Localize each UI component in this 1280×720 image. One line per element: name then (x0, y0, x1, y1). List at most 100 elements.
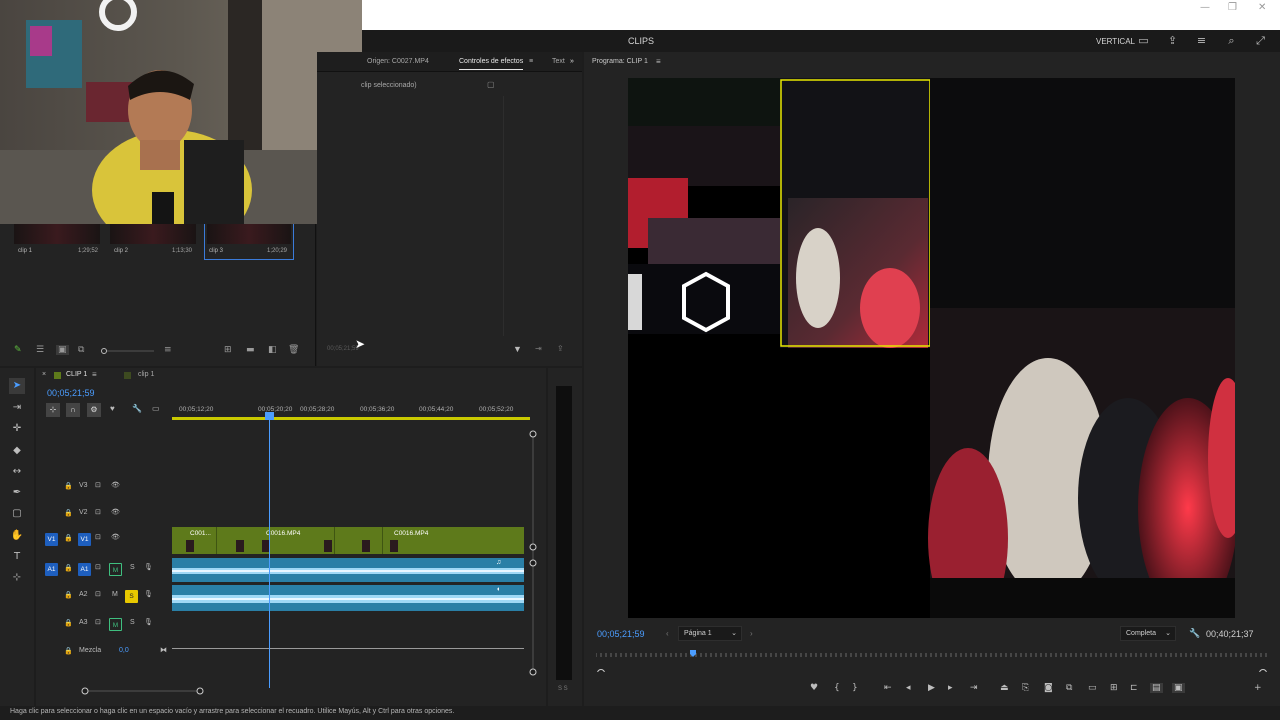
view-icon[interactable]: ▤ (1150, 683, 1163, 693)
captions-icon[interactable]: ▭ (152, 404, 160, 413)
compare-icon[interactable]: ⧉ (1066, 683, 1072, 693)
play-icon[interactable]: ▶ (928, 683, 935, 693)
automate-icon[interactable]: ⊞ (224, 345, 232, 355)
sync-lock-icon[interactable]: ⊡ (95, 508, 101, 516)
hand-icon[interactable]: ✋ (9, 528, 25, 544)
restore-icon[interactable]: ❐ (1228, 2, 1237, 13)
new-bin-icon[interactable]: ▬ (246, 345, 255, 355)
fullscreen-icon[interactable]: ⤢ (1255, 35, 1266, 46)
icon-view-icon[interactable]: ▣ (56, 345, 69, 355)
chevron-right-icon[interactable]: » (570, 58, 574, 65)
lift-icon[interactable]: ⏏ (1000, 683, 1009, 693)
track-select-icon[interactable]: ⇥ (9, 400, 25, 416)
sync-lock-icon[interactable]: ⊡ (95, 481, 101, 489)
marker-icon[interactable]: ♥ (810, 683, 818, 693)
microphone-icon[interactable]: 🎙 (144, 618, 153, 626)
video-clip-track[interactable]: C001... C0016.MP4 C0016.MP4 (172, 527, 524, 554)
linked-selection-icon[interactable]: ⚙ (87, 403, 101, 417)
remove-icon[interactable]: ⇪ (557, 344, 564, 353)
pen-icon[interactable]: ✒ (9, 485, 25, 501)
add-marker-icon[interactable]: ♥ (110, 404, 115, 413)
source-patch-v1[interactable]: V1 (45, 533, 58, 546)
extract-icon[interactable]: ⎘ (1022, 683, 1029, 693)
nest-icon[interactable]: ⊹ (46, 403, 60, 417)
panel-toggle-icon[interactable]: ▢ (487, 80, 495, 89)
tab-sequence-clip1-alt[interactable]: clip 1 (138, 371, 154, 378)
close-icon[interactable]: ✕ (1258, 2, 1266, 13)
audio-clip-a1[interactable]: ♫ (172, 558, 524, 582)
new-item-icon[interactable]: ◧ (268, 345, 277, 355)
filter-icon[interactable]: ▼ (513, 344, 522, 354)
add-button-icon[interactable]: + (1254, 683, 1262, 693)
go-to-in-icon[interactable]: ⇤ (884, 683, 892, 693)
resolution-dropdown[interactable]: Completa ⌄ (1120, 626, 1176, 641)
sort-icon[interactable]: ≡ (164, 345, 172, 355)
prev-page-icon[interactable]: ‹ (666, 629, 669, 638)
settings-toggle-icon[interactable]: ▣ (1172, 683, 1185, 693)
trash-icon[interactable]: 🗑 (288, 345, 299, 355)
lock-icon[interactable]: 🔒 (64, 591, 73, 599)
tab-menu-icon[interactable]: ≡ (529, 58, 533, 65)
tab-text[interactable]: Text (552, 58, 565, 65)
mute-button[interactable]: M (112, 591, 118, 598)
lock-icon[interactable]: 🔒 (64, 482, 73, 490)
search-icon[interactable]: ⌕ (1226, 35, 1237, 46)
sync-lock-icon[interactable]: ⊡ (95, 563, 101, 571)
tab-source[interactable]: Origen: C0027.MP4 (367, 58, 429, 65)
close-tab-icon[interactable]: × (42, 371, 46, 378)
program-viewer[interactable] (628, 78, 1235, 618)
step-forward-icon[interactable]: ▸ (948, 683, 953, 693)
next-page-icon[interactable]: › (750, 629, 753, 638)
go-to-out-icon[interactable]: ⇥ (970, 683, 978, 693)
page-dropdown[interactable]: Página 1 ⌄ (678, 626, 742, 641)
lock-icon[interactable]: 🔒 (64, 534, 73, 542)
mix-toggle-icon[interactable]: ⧓ (160, 646, 167, 654)
mark-in-icon[interactable]: { (834, 683, 840, 693)
export-icon[interactable]: ⇥ (535, 344, 542, 353)
timeline-ruler[interactable]: 00;05;12;20 00;05;20;20 00;05;28;20 00;0… (172, 404, 530, 420)
mark-out-icon[interactable]: } (852, 683, 858, 693)
lock-icon[interactable]: 🔒 (64, 509, 73, 517)
share-icon[interactable]: ⇪ (1167, 35, 1178, 46)
razor-icon[interactable]: ◆ (9, 443, 25, 459)
audio-clip-a2[interactable]: ◖ (172, 585, 524, 611)
track-target-a1[interactable]: A1 (78, 563, 91, 576)
step-back-icon[interactable]: ◂ (906, 683, 911, 693)
timeline-timecode[interactable]: 00;05;21;59 (47, 388, 95, 398)
microphone-icon[interactable]: 🎙 (144, 563, 153, 571)
pencil-icon[interactable]: ✎ (14, 345, 22, 355)
wrench-icon[interactable]: 🔧 (132, 404, 142, 413)
camera-icon[interactable]: ◙ (1044, 683, 1053, 693)
list-view-icon[interactable]: ☰ (36, 345, 44, 355)
mix-value[interactable]: 0,0 (119, 647, 129, 654)
panel-menu-icon[interactable]: ≡ (656, 57, 661, 66)
eye-icon[interactable]: 👁 (111, 533, 120, 541)
selection-tool-icon[interactable]: ➤ (9, 378, 25, 394)
safe-margins-icon[interactable]: ▭ (1088, 683, 1097, 693)
grid-icon[interactable]: ⊞ (1110, 683, 1118, 693)
microphone-icon[interactable]: 🎙 (144, 590, 153, 598)
playhead[interactable] (269, 412, 270, 688)
workspace-vertical-label[interactable]: VERTICAL (1096, 37, 1135, 46)
program-time-ruler[interactable] (596, 650, 1268, 658)
type-tool-icon[interactable]: T (9, 549, 25, 565)
sync-lock-icon[interactable]: ⊡ (95, 533, 101, 541)
zoom-slider[interactable] (100, 348, 156, 354)
playhead-handle[interactable] (265, 412, 274, 420)
snap-icon[interactable]: ∩ (66, 403, 80, 417)
ripple-edit-icon[interactable]: ✛ (9, 421, 25, 437)
rectangle-icon[interactable]: ▢ (9, 506, 25, 522)
overlay-icon[interactable]: ⊏ (1130, 683, 1138, 693)
tab-effect-controls[interactable]: Controles de efectos (459, 58, 524, 70)
eye-icon[interactable]: 👁 (111, 481, 120, 489)
sync-lock-icon[interactable]: ⊡ (95, 618, 101, 626)
track-target-v1[interactable]: V1 (78, 533, 91, 546)
solo-button[interactable]: S (125, 590, 138, 603)
panel-icon[interactable]: ▭ (1138, 35, 1149, 46)
wrench-icon[interactable]: 🔧 (1189, 628, 1200, 639)
meter-solo-labels[interactable]: S S (558, 686, 568, 692)
timeline-vertical-scroll[interactable] (529, 428, 537, 678)
clip-thumbnail[interactable]: clip 1 1;29;52 (14, 224, 100, 260)
freeform-view-icon[interactable]: ⧉ (78, 345, 84, 355)
lock-icon[interactable]: 🔒 (64, 619, 73, 627)
